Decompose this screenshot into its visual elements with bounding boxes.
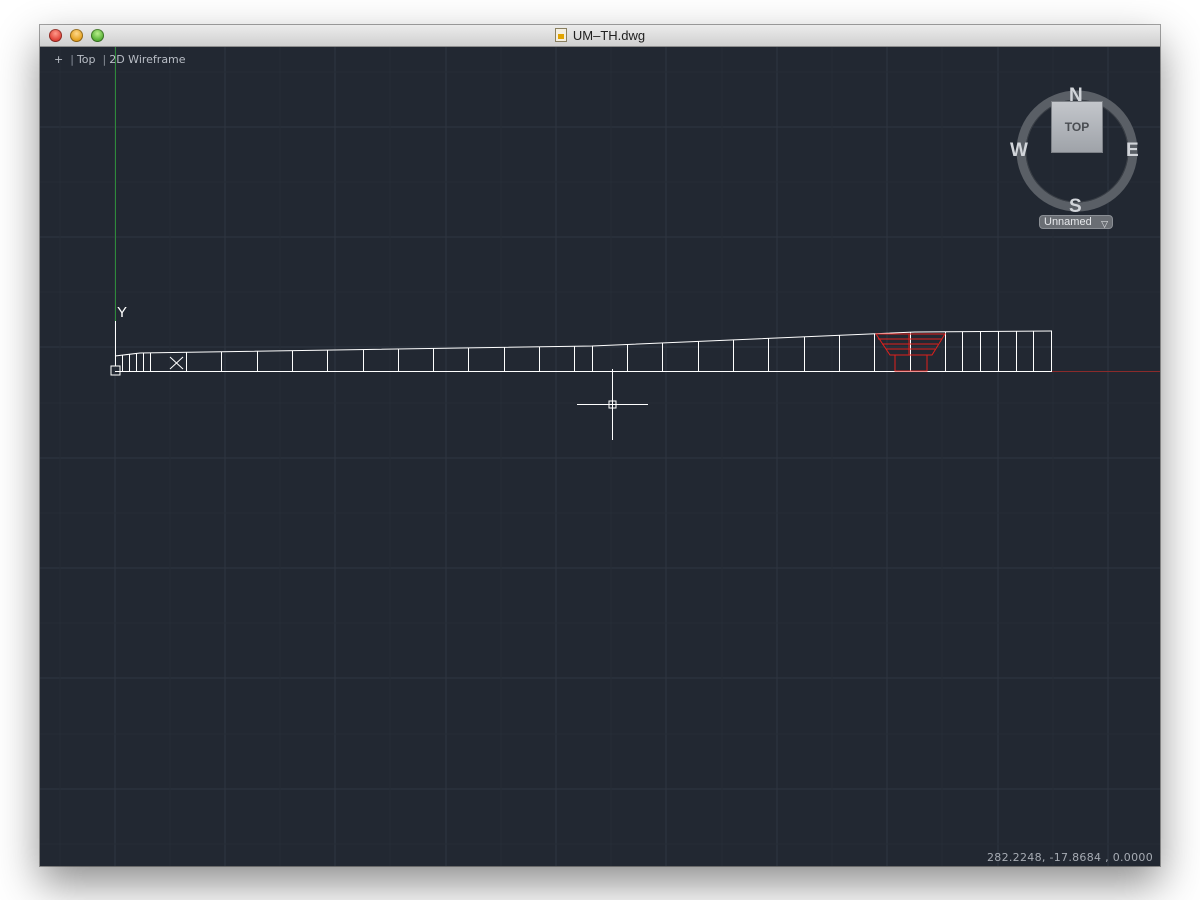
minor-grid: [40, 47, 1160, 866]
application-window: UM–TH.dwg Y + | Top | 2D Wireframe N S E…: [40, 25, 1160, 866]
window-title-text: UM–TH.dwg: [572, 28, 646, 43]
cursor-coordinates: 282.2248, -17.8684 , 0.0000: [986, 851, 1153, 864]
viewcube-west[interactable]: W: [1010, 140, 1028, 162]
viewcube-top-face[interactable]: TOP: [1051, 101, 1103, 153]
ucs-menu-label: Unnamed: [1044, 216, 1092, 228]
window-title: UM–TH.dwg: [40, 25, 1160, 46]
viewport-separator: |: [102, 53, 107, 66]
drawing-file-icon: [554, 28, 567, 42]
ucs-menu-dropdown[interactable]: Unnamed ▽: [1039, 215, 1113, 229]
drawing-canvas[interactable]: Y: [40, 47, 1160, 866]
viewport-separator: |: [70, 53, 74, 66]
section-marker: [169, 356, 184, 370]
visual-style-button[interactable]: 2D Wireframe: [109, 53, 185, 66]
crosshair-cursor: [577, 369, 648, 440]
beam-outline: [114, 330, 1053, 372]
title-bar[interactable]: UM–TH.dwg: [40, 25, 1160, 47]
viewport-menu-button[interactable]: +: [54, 53, 63, 66]
ucs-y-label: Y: [117, 304, 127, 321]
viewport-controls: + | Top | 2D Wireframe: [54, 53, 190, 66]
view-name-button[interactable]: Top: [77, 53, 96, 66]
drawing-viewport[interactable]: Y + | Top | 2D Wireframe N S E W TOP Unnamed…: [40, 47, 1160, 866]
grid: [40, 47, 1160, 866]
viewcube-east[interactable]: E: [1126, 140, 1139, 162]
chevron-down-icon: ▽: [1101, 219, 1108, 229]
